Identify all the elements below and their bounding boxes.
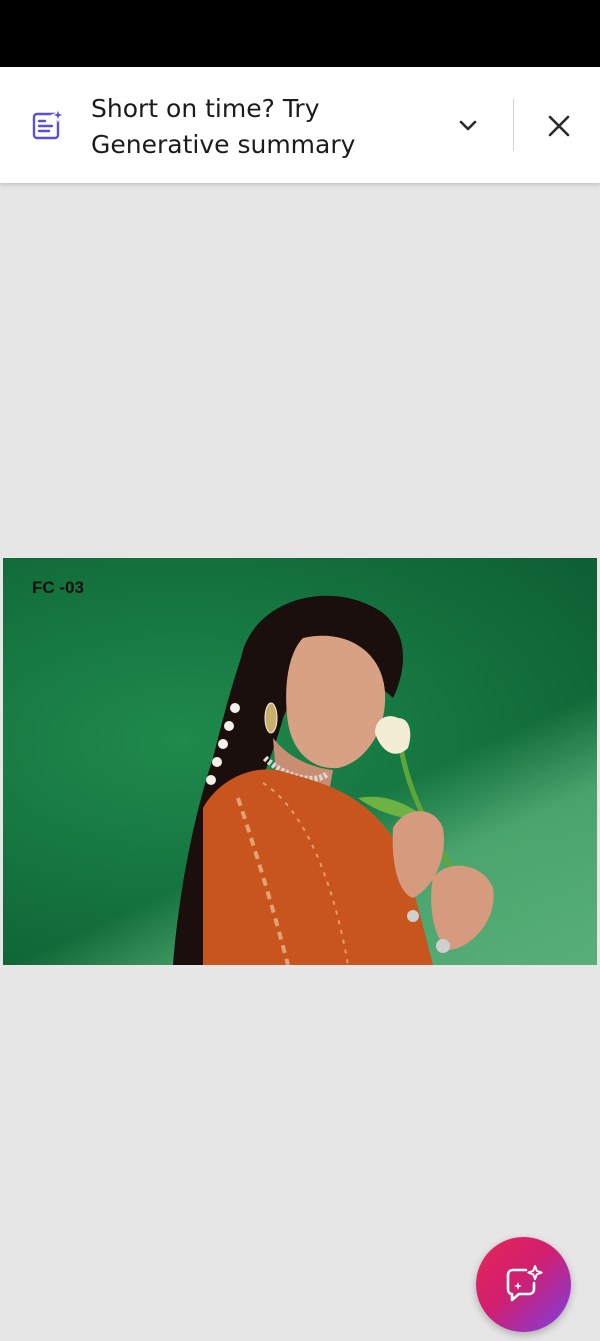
image-label: FC -03 <box>32 578 84 597</box>
ai-assistant-chat-icon <box>506 1265 543 1302</box>
woman-with-tulip-photo <box>173 595 494 965</box>
ai-assistant-button[interactable] <box>476 1237 571 1332</box>
document-image: FC -03 <box>3 558 597 965</box>
status-bar <box>0 0 600 67</box>
banner-line-1: Short on time? Try <box>91 94 320 123</box>
generative-summary-banner[interactable]: Short on time? Try Generative summary <box>0 67 600 183</box>
close-icon[interactable] <box>544 111 574 141</box>
banner-line-2: Generative summary <box>91 130 356 159</box>
banner-message[interactable]: Short on time? Try Generative summary <box>91 91 431 163</box>
generative-summary-icon <box>30 107 66 143</box>
chevron-down-icon[interactable] <box>454 112 482 140</box>
banner-divider <box>513 99 514 151</box>
